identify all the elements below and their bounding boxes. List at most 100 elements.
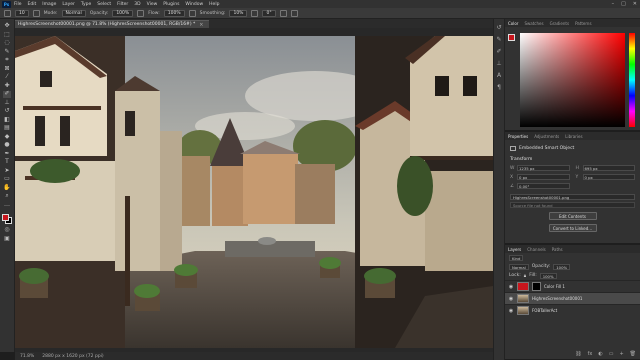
brush-tool-icon[interactable]: ✐ xyxy=(3,91,11,98)
minimize-icon[interactable]: – xyxy=(612,1,615,7)
color-panel-foreground-swatch[interactable] xyxy=(508,34,515,41)
menu-layer[interactable]: Layer xyxy=(62,2,75,7)
layer-row-fob[interactable]: ◉ FOBTallerAct xyxy=(505,304,640,316)
tab-properties[interactable]: Properties xyxy=(508,134,528,139)
menu-help[interactable]: Help xyxy=(209,2,219,7)
crop-tool-icon[interactable]: ⌗ xyxy=(3,57,11,64)
tab-close-icon[interactable]: × xyxy=(199,22,203,28)
tab-paths[interactable]: Paths xyxy=(552,247,563,252)
character-panel-icon[interactable]: A xyxy=(497,73,501,79)
smoothing-options-icon[interactable] xyxy=(251,9,259,17)
symmetry-icon[interactable] xyxy=(290,9,298,17)
tab-patterns[interactable]: Patterns xyxy=(575,21,591,26)
type-tool-icon[interactable]: T xyxy=(3,159,11,166)
new-group-icon[interactable]: ▭ xyxy=(609,351,614,357)
convert-to-linked-button[interactable]: Convert to Linked... xyxy=(548,224,597,232)
height-field[interactable]: H 695 px xyxy=(576,165,635,171)
tab-color[interactable]: Color xyxy=(508,21,518,26)
close-icon[interactable]: ✕ xyxy=(633,1,637,7)
new-layer-icon[interactable]: + xyxy=(619,351,623,357)
tab-gradients[interactable]: Gradients xyxy=(550,21,570,26)
document-canvas-image[interactable] xyxy=(15,36,493,348)
menu-view[interactable]: View xyxy=(147,2,158,7)
visibility-eye-icon[interactable]: ◉ xyxy=(508,296,514,302)
paragraph-panel-icon[interactable]: ¶ xyxy=(497,85,501,91)
lock-icon[interactable]: 🔒︎ xyxy=(524,273,526,279)
brush-settings-icon[interactable] xyxy=(32,9,40,17)
canvas-area[interactable] xyxy=(15,28,493,352)
maximize-icon[interactable]: □ xyxy=(621,1,626,7)
foreground-color-swatch[interactable] xyxy=(2,214,9,221)
healing-brush-tool-icon[interactable]: ✚ xyxy=(3,82,11,90)
zoom-level[interactable]: 71.8% xyxy=(20,354,34,359)
dodge-tool-icon[interactable]: ● xyxy=(3,142,11,149)
pen-tool-icon[interactable]: ✒ xyxy=(3,150,11,158)
angle-field-props[interactable]: ∠ 0.00° xyxy=(510,183,570,189)
brushes-panel-icon[interactable]: ✐ xyxy=(496,49,501,55)
add-mask-icon[interactable]: ◐ xyxy=(598,351,602,357)
photoshop-logo[interactable]: Ps xyxy=(2,0,11,8)
angle-field[interactable]: 0° xyxy=(262,9,276,17)
menu-edit[interactable]: Edit xyxy=(28,2,37,7)
blur-tool-icon[interactable]: ◆ xyxy=(3,133,11,141)
clone-source-panel-icon[interactable]: ⊥ xyxy=(496,61,501,67)
path-selection-tool-icon[interactable]: ➤ xyxy=(3,167,11,175)
menu-type[interactable]: Type xyxy=(81,2,91,7)
width-field[interactable]: W 1235 px xyxy=(510,165,570,171)
tab-libraries[interactable]: Libraries xyxy=(565,134,582,139)
gradient-tool-icon[interactable]: ▤ xyxy=(3,125,11,132)
marquee-tool-icon[interactable]: ⬚ xyxy=(3,31,11,39)
menu-select[interactable]: Select xyxy=(97,2,111,7)
quick-select-tool-icon[interactable]: ✎ xyxy=(3,48,11,56)
layer-opacity-field[interactable]: 100% xyxy=(553,263,571,270)
brush-size-field[interactable]: 10 xyxy=(15,9,29,17)
flow-field[interactable]: 100% xyxy=(163,9,185,17)
delete-layer-icon[interactable]: 🗑︎ xyxy=(630,351,636,357)
fx-icon[interactable]: fx xyxy=(588,351,593,357)
document-tab[interactable]: HighresScreenshot00001.png @ 71.8% (High… xyxy=(15,20,210,28)
kind-filter-select[interactable]: Kind xyxy=(509,254,524,261)
eyedropper-tool-icon[interactable]: ⁄ xyxy=(3,74,11,81)
screen-mode-icon[interactable]: ▣ xyxy=(3,235,11,243)
menu-3d[interactable]: 3D xyxy=(134,2,140,7)
hue-slider[interactable] xyxy=(629,33,635,127)
history-brush-tool-icon[interactable]: ↺ xyxy=(3,108,11,115)
layer-row-screenshot[interactable]: ◉ HighresScreenshot00001 xyxy=(505,292,640,304)
link-layers-icon[interactable]: ⛓ xyxy=(575,351,581,357)
pressure-opacity-icon[interactable] xyxy=(137,9,145,17)
hand-tool-icon[interactable]: ✋ xyxy=(3,184,11,192)
layer-row-color-fill[interactable]: ◉ Color Fill 1 xyxy=(505,280,640,292)
move-tool-icon[interactable]: ✥ xyxy=(3,23,11,30)
blend-mode-select[interactable]: Normal xyxy=(509,263,529,270)
fill-field[interactable]: 100% xyxy=(539,272,557,279)
smoothing-field[interactable]: 10% xyxy=(229,9,248,17)
more-tools-icon[interactable]: … xyxy=(3,201,11,209)
tab-layers[interactable]: Layers xyxy=(508,247,521,252)
menu-plugins[interactable]: Plugins xyxy=(163,2,179,7)
tab-swatches[interactable]: Swatches xyxy=(524,21,543,26)
layer-name[interactable]: FOBTallerAct xyxy=(532,308,557,313)
y-field[interactable]: Y0 px xyxy=(576,174,635,180)
visibility-eye-icon[interactable]: ◉ xyxy=(508,284,514,290)
visibility-eye-icon[interactable]: ◉ xyxy=(508,308,514,314)
zoom-tool-icon[interactable]: ⌕ xyxy=(3,193,11,200)
color-swatches[interactable] xyxy=(1,213,13,225)
menu-filter[interactable]: Filter xyxy=(117,2,128,7)
menu-file[interactable]: File xyxy=(14,2,22,7)
layer-mask-thumbnail[interactable] xyxy=(532,282,541,291)
opacity-field[interactable]: 100% xyxy=(112,9,134,17)
layer-name[interactable]: Color Fill 1 xyxy=(544,284,565,289)
mode-select[interactable]: Normal xyxy=(61,9,86,17)
brush-settings-panel-icon[interactable]: ✎ xyxy=(496,37,501,43)
tab-channels[interactable]: Channels xyxy=(527,247,546,252)
quick-mask-icon[interactable]: ◎ xyxy=(3,227,11,234)
airbrush-icon[interactable] xyxy=(188,9,196,17)
lasso-tool-icon[interactable]: ◌ xyxy=(3,40,11,47)
menu-image[interactable]: Image xyxy=(42,2,56,7)
history-panel-icon[interactable]: ↺ xyxy=(496,25,501,31)
menu-window[interactable]: Window xyxy=(185,2,203,7)
tab-adjustments[interactable]: Adjustments xyxy=(534,134,559,139)
pressure-size-icon[interactable] xyxy=(279,9,287,17)
edit-contents-button[interactable]: Edit Contents xyxy=(548,212,597,220)
x-field[interactable]: X0 px xyxy=(510,174,570,180)
